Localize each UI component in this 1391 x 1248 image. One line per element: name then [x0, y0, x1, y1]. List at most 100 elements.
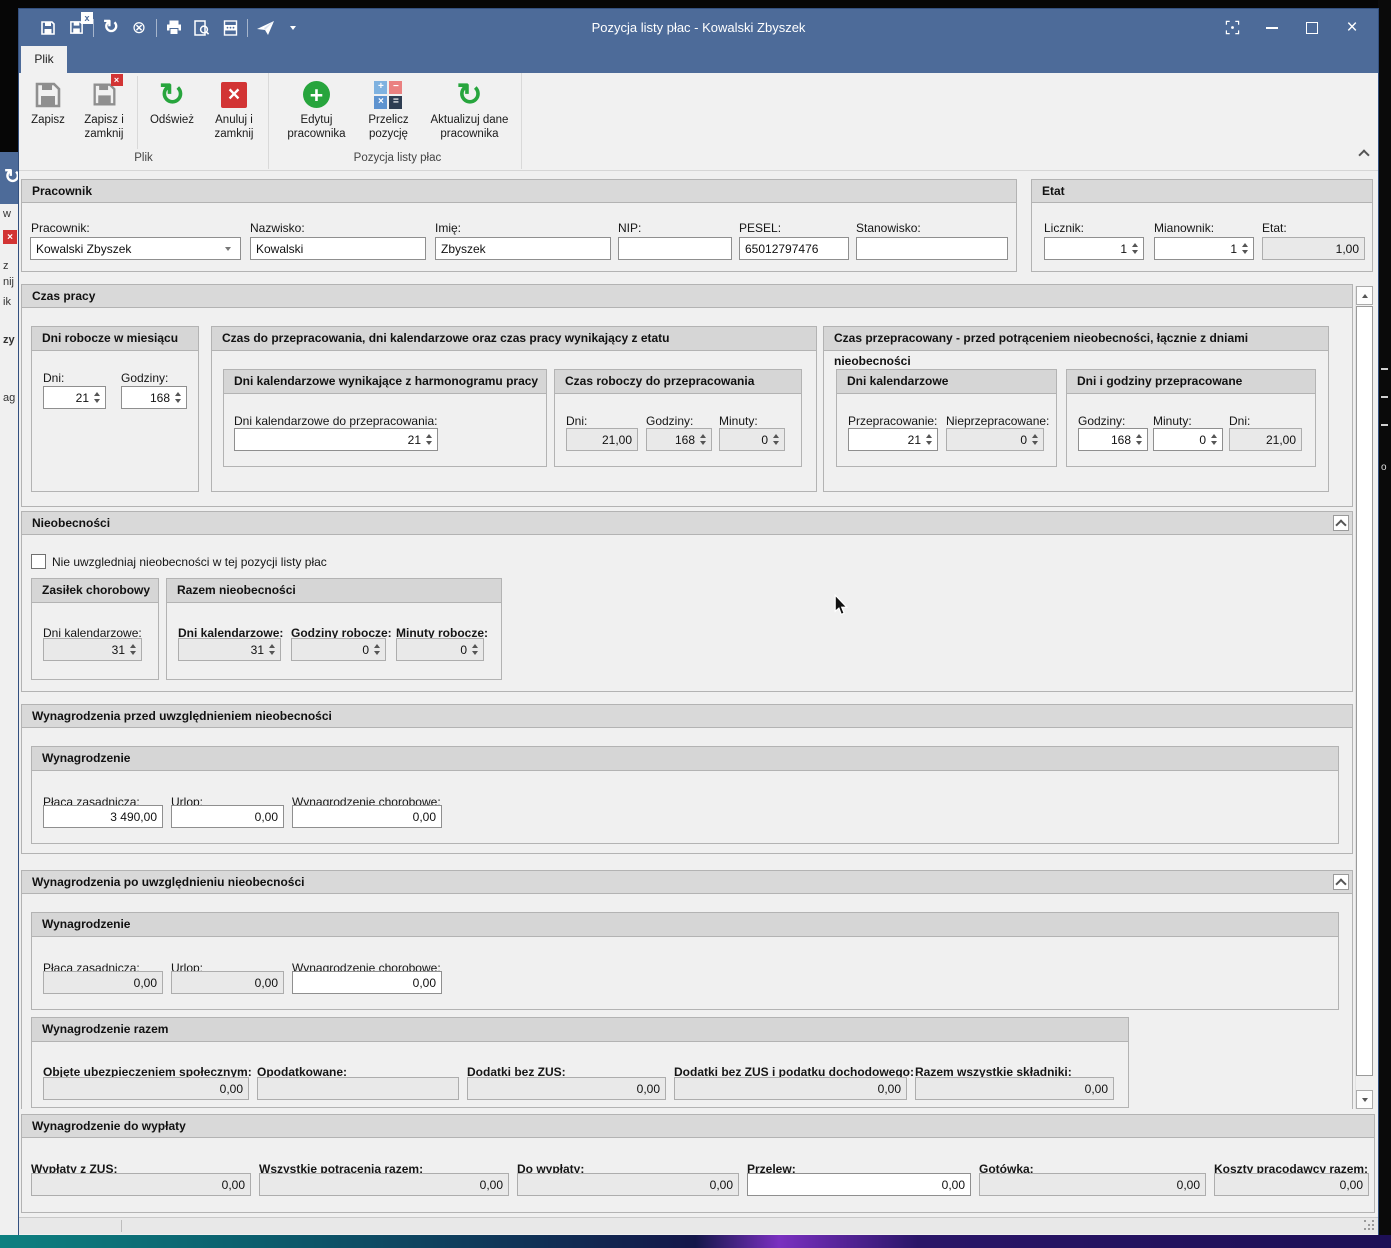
scroll-down-button[interactable]	[1356, 1090, 1373, 1109]
spinner-arrows-icon[interactable]	[770, 429, 782, 450]
nazwisko-field[interactable]: Kowalski	[250, 237, 426, 260]
nip-field[interactable]	[618, 237, 732, 260]
pdf-icon[interactable]	[219, 16, 241, 40]
pesel-field[interactable]: 65012797476	[739, 237, 849, 260]
przepracowanie-label: Przepracowanie:	[848, 414, 937, 428]
spinner-arrows-icon[interactable]	[1208, 429, 1220, 450]
razem-minuty-spinner[interactable]: 0	[396, 638, 484, 661]
urlop-field[interactable]: 0,00	[171, 805, 284, 828]
focus-icon[interactable]	[1212, 13, 1252, 43]
print-icon[interactable]	[163, 16, 185, 40]
imie-label: Imię:	[435, 221, 461, 235]
pracownik-combobox[interactable]: Kowalski Zbyszek	[30, 237, 241, 260]
group-czas-do-header: Czas do przepracowania, dni kalendarzowe…	[212, 327, 816, 351]
section-etat-header: Etat	[1032, 180, 1372, 203]
przepracowanie-spinner[interactable]: 21	[848, 428, 938, 451]
przepracowane-godziny-spinner[interactable]: 168	[1078, 428, 1148, 451]
refresh-icon[interactable]: ↻	[100, 16, 122, 40]
scrollbar-thumb[interactable]	[1356, 306, 1373, 1076]
group-dni-godziny-header: Dni i godziny przepracowane	[1067, 370, 1315, 394]
spinner-arrows-icon[interactable]	[127, 639, 139, 660]
wynagrodzenie-chorobowe-field[interactable]: 0,00	[292, 805, 442, 828]
godziny-label: Godziny:	[646, 414, 693, 428]
resize-grip[interactable]	[1364, 1220, 1375, 1231]
wynagrodzenie-chorobowe-po-field[interactable]: 0,00	[292, 971, 442, 994]
dni-robocze-godziny-spinner[interactable]: 168	[121, 386, 187, 409]
spinner-arrows-icon[interactable]	[266, 639, 278, 660]
group-dni-robocze-header: Dni robocze w miesiącu	[32, 327, 198, 351]
dni-label: Dni:	[1229, 414, 1250, 428]
mianownik-spinner[interactable]: 1	[1154, 237, 1254, 260]
nieprzepracowane-spinner[interactable]: 0	[946, 428, 1044, 451]
spinner-arrows-icon[interactable]	[172, 387, 184, 408]
odswiez-button[interactable]: ↻ Odśwież	[141, 73, 203, 128]
collapse-wyn-po-button[interactable]	[1333, 874, 1349, 890]
window-controls: ×	[1212, 9, 1372, 46]
cancel-icon[interactable]: ⊗	[128, 16, 150, 40]
print-preview-icon[interactable]	[191, 16, 213, 40]
etat-field: 1,00	[1262, 237, 1365, 260]
refresh-icon: ↻	[456, 78, 482, 111]
zapisz-i-zamknij-button[interactable]: × Zapisz i zamknij	[74, 73, 134, 142]
potracenia-field: 0,00	[259, 1173, 509, 1196]
background-fragment: ag	[3, 392, 15, 404]
group-wynagrodzenie-po-header: Wynagrodzenie	[32, 913, 1338, 937]
czas-roboczy-minuty-spinner[interactable]: 0	[719, 428, 785, 451]
przelicz-pozycje-button[interactable]: + − × = Przelicz pozycję	[356, 73, 420, 142]
cancel-icon: ×	[221, 78, 247, 111]
chevron-down-icon[interactable]	[221, 247, 235, 251]
save-icon[interactable]	[37, 16, 59, 40]
collapse-nieobecnosci-button[interactable]	[1333, 515, 1349, 531]
chevron-up-icon	[1335, 519, 1346, 530]
razem-godziny-spinner[interactable]: 0	[291, 638, 386, 661]
imie-field[interactable]: Zbyszek	[435, 237, 611, 260]
przelew-field[interactable]: 0,00	[747, 1173, 971, 1196]
spinner-arrows-icon[interactable]	[469, 639, 481, 660]
razem-dni-spinner[interactable]: 31	[178, 638, 281, 661]
edytuj-pracownika-button[interactable]: + Edytuj pracownika	[276, 73, 356, 142]
maximize-icon[interactable]	[1292, 13, 1332, 43]
button-label: Aktualizuj dane pracownika	[423, 114, 515, 142]
placa-zasadnicza-field[interactable]: 3 490,00	[43, 805, 163, 828]
save-and-close-icon[interactable]: x	[65, 16, 87, 40]
spinner-arrows-icon[interactable]	[91, 387, 103, 408]
background-fragment: o	[1381, 462, 1387, 473]
dni-kalendarzowe-do-przepracowania-spinner[interactable]: 21	[234, 428, 438, 451]
ribbon-collapse-icon[interactable]	[1360, 146, 1368, 164]
group-razem-nieobecnosci-header: Razem nieobecności	[167, 579, 501, 603]
send-icon[interactable]	[254, 16, 276, 40]
anuluj-i-zamknij-button[interactable]: × Anuluj i zamknij	[203, 73, 265, 142]
czas-roboczy-godziny-spinner[interactable]: 168	[646, 428, 712, 451]
nieobecnosci-checkbox-label: Nie uwzgledniaj nieobecności w tej pozyc…	[52, 555, 327, 569]
dni-robocze-dni-spinner[interactable]: 21	[43, 386, 106, 409]
spinner-arrows-icon[interactable]	[371, 639, 383, 660]
wyplaty-zus-field: 0,00	[31, 1173, 251, 1196]
przepracowane-minuty-spinner[interactable]: 0	[1153, 428, 1223, 451]
spinner-arrows-icon[interactable]	[1129, 238, 1141, 259]
spinner-arrows-icon[interactable]	[697, 429, 709, 450]
spinner-arrows-icon[interactable]	[1239, 238, 1251, 259]
group-wynagrodzenie-przed: Wynagrodzenie	[31, 746, 1339, 844]
zasilek-dni-spinner[interactable]: 31	[43, 638, 142, 661]
licznik-spinner[interactable]: 1	[1044, 237, 1144, 260]
add-person-icon: +	[303, 78, 330, 111]
spinner-arrows-icon[interactable]	[1133, 429, 1145, 450]
spinner-arrows-icon[interactable]	[423, 429, 435, 450]
nieobecnosci-checkbox[interactable]	[31, 554, 46, 569]
minimize-icon[interactable]	[1252, 13, 1292, 43]
titlebar: x ↻ ⊗ Pozy	[19, 9, 1378, 46]
toolbar-separator	[156, 19, 157, 37]
zapisz-button[interactable]: Zapisz	[22, 73, 74, 128]
arrow-down-icon	[1362, 1098, 1368, 1102]
close-icon[interactable]: ×	[1332, 13, 1372, 43]
aktualizuj-dane-button[interactable]: ↻ Aktualizuj dane pracownika	[420, 73, 518, 142]
dropdown-caret-icon[interactable]	[282, 16, 304, 40]
tab-plik[interactable]: Plik	[21, 46, 67, 73]
save-icon	[34, 78, 62, 111]
vertical-scrollbar[interactable]	[1355, 286, 1372, 1109]
scroll-up-button[interactable]	[1356, 286, 1373, 305]
spinner-arrows-icon[interactable]	[923, 429, 935, 450]
spinner-arrows-icon[interactable]	[1029, 429, 1041, 450]
stanowisko-field[interactable]	[856, 237, 1008, 260]
ribbon-group-pozycja: + Edytuj pracownika + − × = Przeli	[273, 73, 522, 169]
